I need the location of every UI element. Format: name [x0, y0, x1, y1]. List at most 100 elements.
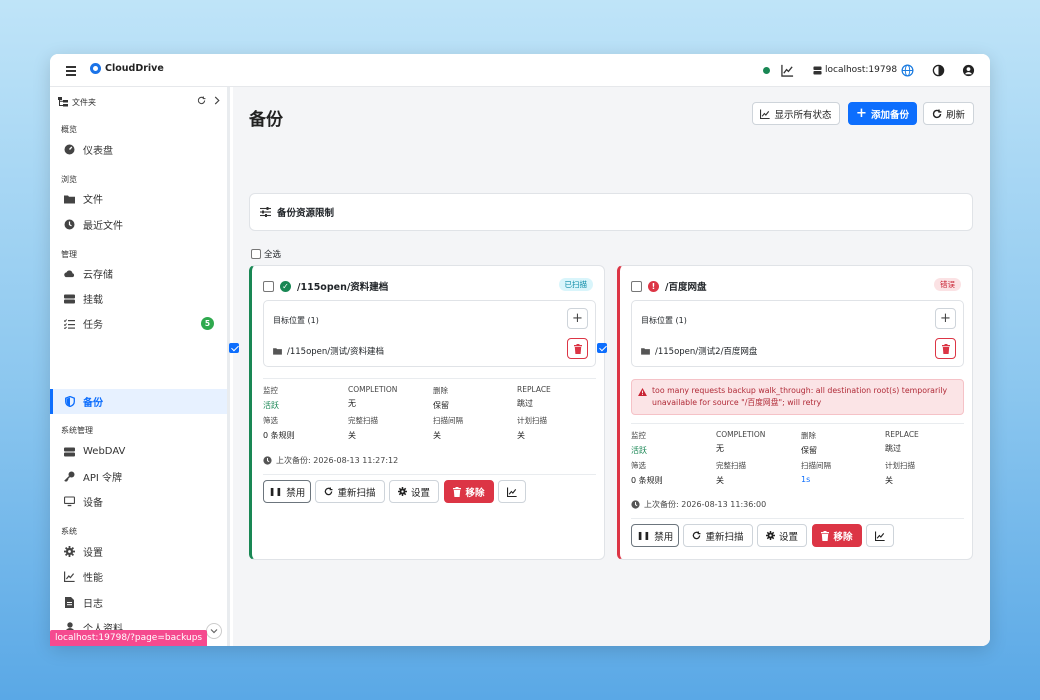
hard-drive-icon [64, 293, 75, 304]
add-backup-button[interactable]: + 添加备份 [848, 102, 917, 125]
remove-button[interactable]: 移除 [812, 524, 862, 547]
sidebar-item-recent[interactable]: 最近文件 [50, 212, 227, 237]
backup-resource-limit-panel[interactable]: 备份资源限制 [249, 193, 973, 231]
card-header: ✓ /115open/资料建档 [263, 279, 388, 293]
connection-status-indicator [763, 67, 770, 74]
destination-panel: 目标位置 (1) + /115open/测试/资料建档 [229, 300, 596, 367]
brand[interactable]: CloudDrive [90, 63, 164, 74]
completion-field: COMPLETION 无 [348, 385, 432, 409]
menu-toggle-icon[interactable] [66, 66, 76, 76]
delete-field: 删除 保留 [801, 430, 885, 456]
filter-field: 筛选 0 条规则 [263, 415, 347, 441]
sidebar-item-dashboard[interactable]: 仪表盘 [50, 137, 227, 162]
button-label: 禁用 [286, 487, 306, 499]
field-value: 1s [801, 475, 811, 484]
gear-icon [64, 546, 75, 557]
panel-title: 备份资源限制 [277, 208, 335, 219]
full-scan-field: 完整扫描关 [348, 415, 432, 441]
refresh-icon [325, 487, 333, 496]
language-globe-icon[interactable] [901, 64, 914, 77]
sidebar-scroll-down-button[interactable] [206, 623, 222, 639]
add-destination-button[interactable]: + [567, 308, 588, 329]
sidebar-item-backup[interactable]: 备份 [50, 389, 227, 414]
gear-icon [397, 487, 407, 496]
chart-line-icon[interactable] [781, 64, 794, 77]
theme-toggle-icon[interactable] [932, 64, 945, 77]
destination-enabled-checkbox[interactable] [229, 343, 239, 353]
trash-icon [821, 530, 830, 541]
brand-name: CloudDrive [105, 63, 164, 74]
sidebar-item-performance[interactable]: 性能 [50, 564, 227, 589]
chart-line-icon [507, 486, 517, 497]
backup-source-path: /百度网盘 [665, 282, 707, 293]
sidebar-item-label: 备份 [83, 398, 103, 409]
sidebar-item-devices[interactable]: 设备 [50, 489, 227, 514]
field-value: 关 [517, 431, 525, 440]
trash-icon [573, 343, 582, 354]
sidebar-item-logs[interactable]: 日志 [50, 590, 227, 615]
button-label: 设置 [778, 531, 798, 543]
checkbox[interactable] [251, 249, 261, 259]
section-system: 系统 [61, 527, 77, 536]
card-select-checkbox[interactable] [263, 280, 274, 292]
destination-row: /115open/测试/资料建档 [273, 345, 588, 357]
destination-title: 目标位置 (1) [641, 316, 687, 325]
sidebar-item-webdav[interactable]: WebDAV [50, 439, 227, 464]
settings-button[interactable]: 设置 [389, 480, 439, 503]
field-value: 0 条规则 [263, 431, 295, 440]
select-all-checkbox[interactable]: 全选 [251, 248, 281, 260]
cloud-logo-icon [90, 63, 101, 74]
folder-tree-header[interactable]: 文件夹 [58, 93, 223, 111]
user-account-icon[interactable] [962, 64, 975, 77]
chevron-right-icon[interactable] [213, 96, 221, 105]
folder-icon [641, 348, 650, 355]
sidebar-item-settings[interactable]: 设置 [50, 539, 227, 564]
field-key: 扫描间隔 [433, 416, 463, 425]
field-key: 完整扫描 [348, 416, 378, 425]
sidebar-item-label: 最近文件 [83, 221, 123, 232]
disable-button[interactable]: ❚❚ 禁用 [263, 480, 311, 503]
stats-button[interactable] [866, 524, 894, 547]
folder-tree-icon [58, 97, 68, 107]
rescan-button[interactable]: 重新扫描 [315, 480, 385, 503]
delete-destination-button[interactable] [935, 338, 956, 359]
destination-path: /115open/测试2/百度网盘 [655, 347, 758, 357]
clock-icon [631, 500, 640, 509]
sidebar-item-label: 日志 [83, 599, 103, 610]
add-destination-button[interactable]: + [935, 308, 956, 329]
clock-icon [64, 219, 75, 230]
sidebar-item-files[interactable]: 文件 [50, 186, 227, 211]
field-key: 扫描间隔 [801, 461, 831, 470]
sidebar-item-tasks[interactable]: 任务 5 [50, 311, 227, 336]
last-backup-info: 上次备份: 2026-08-13 11:27:12 [263, 455, 398, 466]
refresh-icon[interactable] [197, 96, 206, 105]
gear-icon [765, 531, 775, 540]
folder-label: 文件夹 [72, 97, 96, 107]
sidebar-item-mount[interactable]: 挂载 [50, 286, 227, 311]
card-select-checkbox[interactable] [631, 280, 642, 292]
host-indicator[interactable]: localhost:19798 [813, 65, 897, 75]
button-label: 显示所有状态 [774, 109, 832, 121]
field-value: 保留 [801, 446, 817, 455]
button-label: 重新扫描 [337, 487, 376, 499]
show-all-status-button[interactable]: 显示所有状态 [752, 102, 840, 125]
destination-path: /115open/测试/资料建档 [287, 347, 385, 357]
select-all-label: 全选 [264, 250, 282, 260]
filter-field: 筛选 0 条规则 [631, 460, 715, 486]
rescan-button[interactable]: 重新扫描 [683, 524, 753, 547]
remove-button[interactable]: 移除 [444, 480, 494, 503]
stats-button[interactable] [498, 480, 526, 503]
refresh-button[interactable]: 刷新 [923, 102, 974, 125]
monitor-field: 监控 活跃 [631, 430, 715, 456]
dashboard-gauge-icon [64, 144, 75, 155]
settings-button[interactable]: 设置 [757, 524, 807, 547]
disable-button[interactable]: ❚❚ 禁用 [631, 524, 679, 547]
destination-enabled-checkbox[interactable] [597, 343, 607, 353]
page-title: 备份 [249, 110, 283, 130]
delete-destination-button[interactable] [567, 338, 588, 359]
sidebar-item-cloud[interactable]: 云存储 [50, 261, 227, 286]
pause-icon: ❚❚ [636, 531, 651, 540]
button-label: 刷新 [945, 109, 965, 121]
sidebar-item-label: WebDAV [83, 446, 126, 457]
sidebar-item-api-token[interactable]: API 令牌 [50, 464, 227, 489]
